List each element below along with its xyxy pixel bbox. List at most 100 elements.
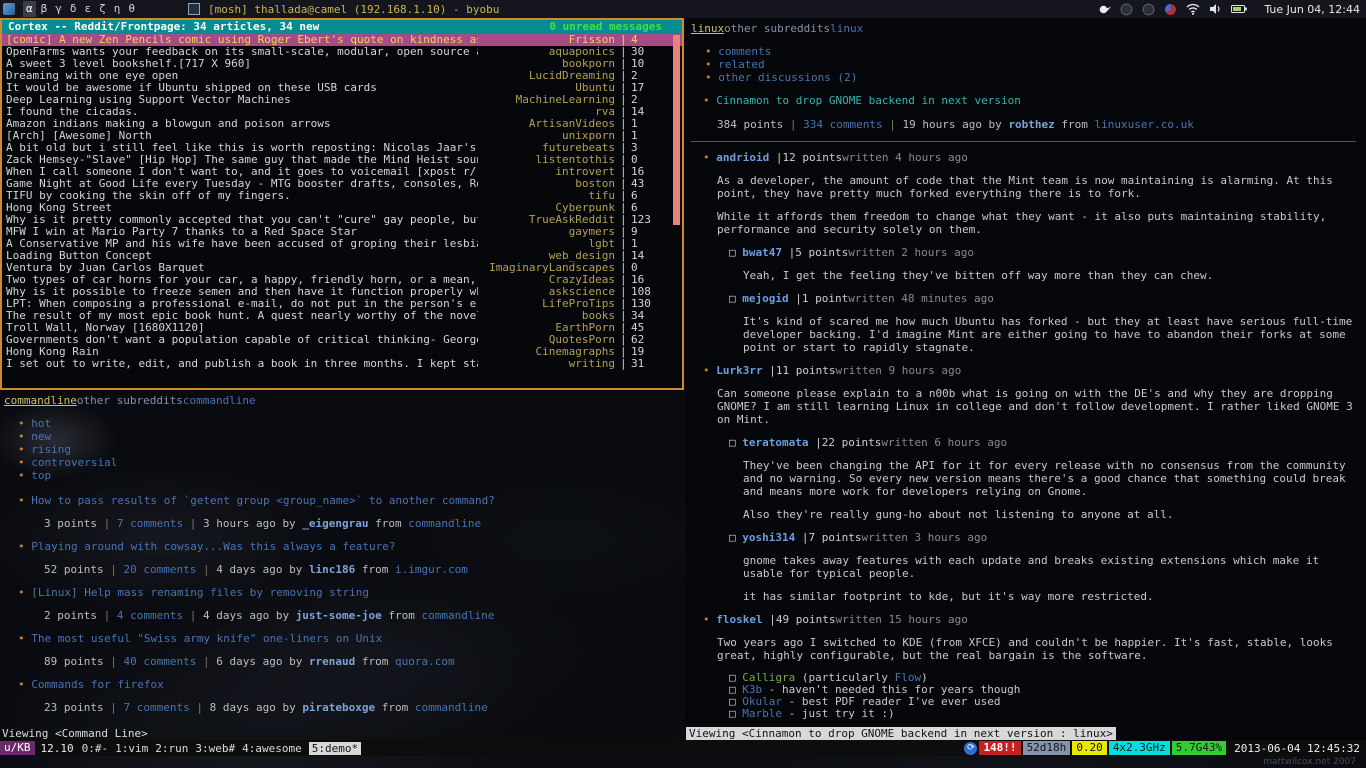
domain-link[interactable]: quora.com: [395, 655, 455, 668]
menu-item-hot[interactable]: • hot: [4, 417, 684, 430]
article-row[interactable]: Governments don't want a population capa…: [2, 334, 682, 346]
article-row[interactable]: Loading Button Conceptweb_design|14: [2, 250, 682, 262]
comment-author-link[interactable]: yoshi314: [742, 531, 802, 544]
comment-author-link[interactable]: Lurk3rr: [716, 364, 769, 377]
menu-item-comments[interactable]: • comments: [691, 45, 1362, 58]
tag-θ[interactable]: θ: [125, 1, 138, 17]
article-row[interactable]: When I call someone I don't want to, and…: [2, 166, 682, 178]
post-title-link[interactable]: How to pass results of `getent group <gr…: [31, 494, 495, 507]
menu-item-other-discussions-2-[interactable]: • other discussions (2): [691, 71, 1362, 84]
tray-icon-chat[interactable]: [1164, 3, 1177, 16]
tag-β[interactable]: β: [38, 1, 51, 17]
byobu-window-0[interactable]: 0:#-: [82, 742, 109, 755]
article-row[interactable]: Why is it pretty commonly accepted that …: [2, 214, 682, 226]
scrollbar-thumb[interactable]: [673, 35, 680, 225]
article-row[interactable]: LPT: When composing a professional e-mai…: [2, 298, 682, 310]
tag-η[interactable]: η: [111, 1, 124, 17]
tag-γ[interactable]: γ: [52, 1, 65, 17]
article-row[interactable]: TIFU by cooking the skin off of my finge…: [2, 190, 682, 202]
tray-icon-bird[interactable]: [1098, 3, 1111, 16]
article-row[interactable]: I set out to write, edit, and publish a …: [2, 358, 682, 370]
comment-author-link[interactable]: bwat47: [742, 246, 788, 259]
author-link[interactable]: rrenaud: [309, 655, 355, 668]
tag-α[interactable]: α: [23, 1, 36, 17]
domain-link[interactable]: i.imgur.com: [395, 563, 468, 576]
volume-icon[interactable]: [1209, 3, 1222, 15]
comments-link[interactable]: 7 comments: [123, 701, 189, 714]
comments-link[interactable]: 40 comments: [123, 655, 196, 668]
article-row[interactable]: Zack Hemsey-"Slave" [Hip Hop] The same g…: [2, 154, 682, 166]
article-row[interactable]: Hong Kong RainCinemagraphs|19: [2, 346, 682, 358]
app-link[interactable]: Flow: [895, 672, 922, 684]
domain-link[interactable]: linuxuser.co.uk: [1095, 118, 1194, 131]
tab-current-subreddit[interactable]: commandline: [4, 394, 77, 407]
tab-other-subreddits[interactable]: other subreddits: [77, 394, 183, 407]
domain-link[interactable]: commandline: [415, 701, 488, 714]
byobu-window-2[interactable]: 2:run: [155, 742, 188, 755]
author-link[interactable]: robthez: [1008, 118, 1054, 131]
post-title-row[interactable]: • How to pass results of `getent group <…: [4, 494, 684, 507]
tray-icon-app1[interactable]: [1120, 3, 1133, 16]
menu-item-controversial[interactable]: • controversial: [4, 456, 684, 469]
comments-link[interactable]: 4 comments: [117, 609, 183, 622]
tag-ε[interactable]: ε: [82, 1, 95, 17]
article-row[interactable]: Why is it possible to freeze semen and t…: [2, 286, 682, 298]
tab-subreddit-name[interactable]: linux: [830, 22, 863, 35]
article-row[interactable]: [Arch] [Awesome] Northunixporn|1: [2, 130, 682, 142]
article-row[interactable]: Two types of car horns for your car, a h…: [2, 274, 682, 286]
article-row[interactable]: Ventura by Juan Carlos BarquetImaginaryL…: [2, 262, 682, 274]
post-title-row[interactable]: • Commands for firefox: [4, 678, 684, 691]
menu-item-rising[interactable]: • rising: [4, 443, 684, 456]
comment-author-link[interactable]: mejogid: [742, 292, 795, 305]
byobu-window-5[interactable]: 5:demo*: [309, 742, 361, 755]
tag-ζ[interactable]: ζ: [96, 1, 109, 17]
wifi-icon[interactable]: [1186, 3, 1200, 15]
article-row-selected[interactable]: [comic] A new Zen Pencils comic using Ro…: [2, 34, 682, 46]
article-row[interactable]: Deep Learning using Support Vector Machi…: [2, 94, 682, 106]
tray-icon-app2[interactable]: [1142, 3, 1155, 16]
post-title-link[interactable]: The most useful "Swiss army knife" one-l…: [31, 632, 382, 645]
article-row[interactable]: It would be awesome if Ubuntu shipped on…: [2, 82, 682, 94]
author-link[interactable]: pirateboxge: [302, 701, 375, 714]
article-row[interactable]: Dreaming with one eye openLucidDreaming|…: [2, 70, 682, 82]
comments-link[interactable]: 7 comments: [117, 517, 183, 530]
app-link[interactable]: Okular: [742, 696, 782, 708]
domain-link[interactable]: commandline: [408, 517, 481, 530]
post-title-link[interactable]: [Linux] Help mass renaming files by remo…: [31, 586, 369, 599]
article-row[interactable]: Hong Kong StreetCyberpunk|6: [2, 202, 682, 214]
article-row[interactable]: Amazon indians making a blowgun and pois…: [2, 118, 682, 130]
tag-δ[interactable]: δ: [67, 1, 80, 17]
app-link[interactable]: Marble: [742, 708, 782, 720]
article-row[interactable]: I found the cicadas.rva|14: [2, 106, 682, 118]
byobu-window-1[interactable]: 1:vim: [115, 742, 148, 755]
author-link[interactable]: linc186: [309, 563, 355, 576]
tab-subreddit-name[interactable]: commandline: [183, 394, 256, 407]
comments-link[interactable]: 334 comments: [803, 118, 882, 131]
tab-current-subreddit[interactable]: linux: [691, 22, 724, 35]
comment-author-link[interactable]: floskel: [716, 613, 769, 626]
comment-author-link[interactable]: andrioid: [716, 151, 776, 164]
post-title-link[interactable]: Playing around with cowsay...Was this al…: [31, 540, 395, 553]
article-row[interactable]: A Conservative MP and his wife have been…: [2, 238, 682, 250]
article-row[interactable]: A bit old but i still feel like this is …: [2, 142, 682, 154]
article-row[interactable]: Troll Wall, Norway [1680X1120]EarthPorn|…: [2, 322, 682, 334]
article-row[interactable]: Game Night at Good Life every Tuesday - …: [2, 178, 682, 190]
battery-icon[interactable]: [1231, 4, 1247, 14]
comment-author-link[interactable]: teratomata: [742, 436, 815, 449]
domain-link[interactable]: commandline: [422, 609, 495, 622]
launcher-icon[interactable]: [3, 3, 15, 15]
author-link[interactable]: just-some-joe: [296, 609, 382, 622]
byobu-window-4[interactable]: 4:awesome: [242, 742, 302, 755]
app-link[interactable]: K3b: [742, 684, 762, 696]
menu-item-new[interactable]: • new: [4, 430, 684, 443]
article-row[interactable]: OpenFarms wants your feedback on its sma…: [2, 46, 682, 58]
article-title-row[interactable]: • Cinnamon to drop GNOME backend in next…: [691, 94, 1362, 107]
article-row[interactable]: The result of my most epic book hunt. A …: [2, 310, 682, 322]
comments-link[interactable]: 20 comments: [123, 563, 196, 576]
post-title-link[interactable]: Commands for firefox: [31, 678, 163, 691]
article-title-link[interactable]: Cinnamon to drop GNOME backend in next v…: [716, 94, 1021, 107]
byobu-window-3[interactable]: 3:web#: [195, 742, 235, 755]
post-title-row[interactable]: • [Linux] Help mass renaming files by re…: [4, 586, 684, 599]
tab-other-subreddits[interactable]: other subreddits: [724, 22, 830, 35]
article-row[interactable]: MFW I win at Mario Party 7 thanks to a R…: [2, 226, 682, 238]
